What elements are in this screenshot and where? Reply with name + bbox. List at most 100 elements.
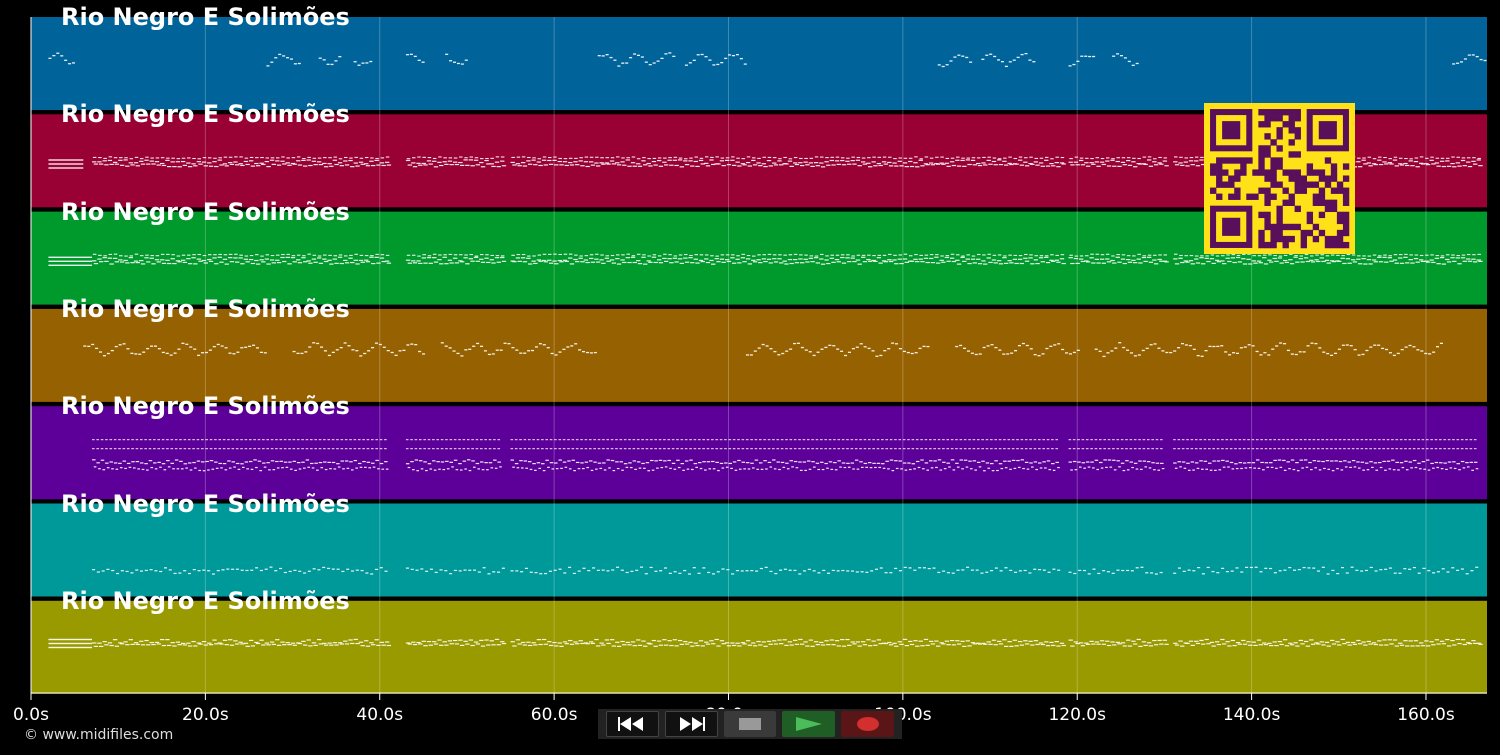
note	[793, 156, 798, 159]
note	[562, 448, 566, 450]
note	[323, 350, 327, 352]
fast-forward-button[interactable]	[664, 711, 718, 737]
note	[683, 641, 688, 643]
note	[1146, 642, 1152, 644]
note	[1083, 467, 1086, 469]
note	[234, 156, 238, 158]
note	[1174, 253, 1178, 255]
note	[1460, 448, 1464, 450]
note	[239, 254, 243, 256]
note	[130, 352, 134, 355]
note	[1434, 162, 1440, 164]
qr-module	[1246, 157, 1253, 164]
note	[167, 644, 172, 647]
note	[1102, 570, 1106, 572]
note	[812, 354, 816, 357]
note	[274, 570, 278, 572]
note	[615, 448, 618, 450]
note	[154, 570, 158, 572]
note	[932, 567, 936, 569]
note	[96, 462, 100, 464]
note	[913, 569, 917, 571]
note	[930, 262, 936, 264]
note	[219, 164, 224, 166]
note	[1452, 461, 1456, 463]
note	[1195, 165, 1201, 167]
note	[109, 461, 113, 463]
note	[420, 468, 424, 470]
note	[698, 159, 704, 162]
note	[750, 462, 754, 464]
note	[124, 255, 128, 257]
note	[653, 261, 658, 264]
note	[994, 567, 998, 569]
note	[275, 439, 278, 441]
note	[689, 448, 692, 450]
note	[629, 57, 633, 59]
note	[815, 462, 820, 464]
note	[881, 161, 887, 163]
note	[187, 263, 193, 265]
note	[1110, 641, 1115, 643]
note	[1373, 448, 1377, 450]
note	[690, 262, 695, 264]
note	[110, 349, 114, 352]
note	[494, 467, 498, 469]
note	[696, 54, 700, 56]
note	[1146, 448, 1150, 450]
note	[358, 161, 364, 163]
note	[458, 462, 462, 465]
note	[1366, 469, 1370, 471]
note	[834, 160, 840, 162]
note	[1403, 640, 1408, 642]
note	[1247, 448, 1250, 450]
note	[348, 257, 353, 259]
note	[418, 643, 423, 645]
note	[867, 347, 871, 350]
note	[1072, 460, 1077, 463]
note	[488, 448, 492, 450]
note	[939, 162, 944, 164]
note	[549, 448, 553, 450]
note	[1421, 448, 1425, 450]
note	[1157, 162, 1162, 164]
play-button[interactable]	[782, 711, 836, 737]
note	[266, 462, 270, 464]
note	[496, 644, 501, 646]
note	[752, 261, 758, 263]
note	[1007, 439, 1011, 441]
qr-module	[1276, 223, 1283, 231]
note	[1447, 461, 1452, 463]
note	[102, 355, 106, 357]
track-lane[interactable]	[31, 406, 1487, 500]
note	[836, 163, 841, 165]
note	[157, 448, 161, 450]
note	[1365, 349, 1369, 352]
note	[355, 350, 359, 352]
note	[871, 161, 876, 163]
note	[1251, 462, 1256, 464]
note	[1429, 641, 1434, 643]
note	[806, 448, 810, 450]
note	[374, 342, 378, 344]
note	[824, 439, 828, 441]
note	[889, 459, 894, 461]
rewind-button[interactable]	[606, 711, 659, 737]
record-button[interactable]	[841, 711, 894, 737]
note	[1371, 466, 1374, 469]
qr-module	[1276, 211, 1283, 219]
note	[547, 159, 552, 162]
stop-button[interactable]	[723, 711, 777, 737]
note	[1112, 55, 1116, 57]
note	[534, 469, 537, 471]
note	[959, 439, 963, 441]
note	[1353, 466, 1357, 468]
note	[545, 448, 549, 450]
note	[893, 158, 897, 160]
note	[165, 352, 169, 355]
qr-module	[1270, 241, 1277, 249]
note	[594, 162, 599, 164]
note	[176, 255, 181, 257]
note	[1148, 645, 1154, 647]
note	[343, 156, 348, 159]
